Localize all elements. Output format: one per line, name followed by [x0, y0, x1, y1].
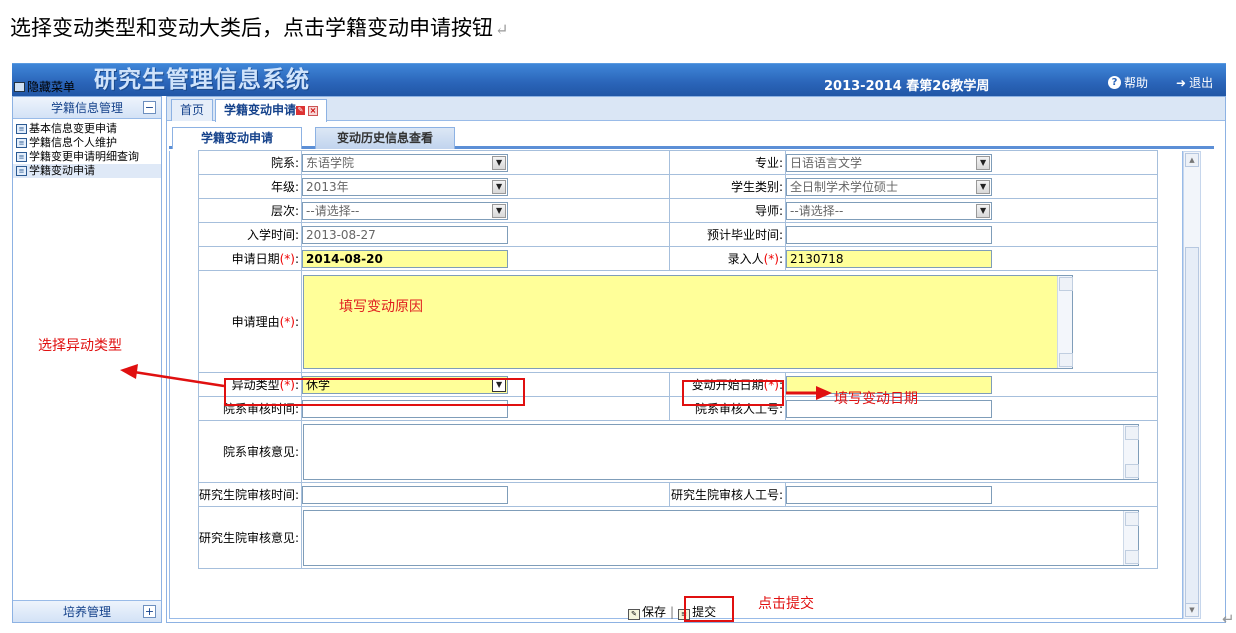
- annotation-click-submit: 点击提交: [758, 596, 814, 612]
- annotation-fill-date: 填写变动日期: [834, 391, 918, 407]
- dropdown-icon: ▼: [976, 203, 991, 218]
- edit-icon: ✎: [296, 106, 306, 115]
- grad-opinion-textarea[interactable]: [303, 509, 1140, 566]
- enroll-time-field[interactable]: 2013-08-27: [302, 225, 509, 244]
- help-icon: ?: [1108, 76, 1121, 89]
- dropdown-icon: ▼: [492, 155, 507, 170]
- subtab-apply[interactable]: 学籍变动申请: [172, 127, 302, 149]
- annotation-select-type: 选择异动类型: [38, 338, 122, 354]
- reason-textarea[interactable]: 填写变动原因: [303, 274, 1074, 369]
- save-button[interactable]: ✎ 保存: [628, 603, 666, 620]
- tab-status-change-apply[interactable]: 学籍变动申请 ✎ ×: [215, 99, 328, 122]
- highlight-change-start: [682, 380, 784, 406]
- dept-opinion-textarea[interactable]: [303, 423, 1140, 480]
- grad-review-time-label: 研究生院审核时间:: [197, 482, 303, 507]
- student-type-label: 学生类别:: [669, 174, 787, 199]
- save-icon: ✎: [628, 609, 640, 620]
- major-select[interactable]: 日语语言文学 ▼: [786, 153, 993, 172]
- grad-reviewer-id-label: 研究生院审核人工号:: [669, 482, 787, 507]
- document-heading: 选择变动类型和变动大类后，点击学籍变动申请按钮 ↵: [10, 16, 509, 40]
- sidebar-section-training[interactable]: 培养管理 +: [13, 600, 161, 622]
- grad-reviewer-id-field[interactable]: [786, 485, 993, 504]
- dropdown-icon: ▼: [492, 203, 507, 218]
- sidebar-section-header[interactable]: 学籍信息管理 −: [13, 97, 161, 119]
- vertical-scrollbar[interactable]: ▲ ▼: [1183, 151, 1201, 619]
- textarea-scrollbar[interactable]: [1123, 424, 1140, 479]
- system-title: 研究生管理信息系统: [94, 66, 310, 93]
- scroll-up-icon[interactable]: ▲: [1185, 153, 1199, 167]
- menu-icon: [14, 81, 25, 92]
- sidebar-item-change-detail-query[interactable]: ≡ 学籍变更申请明细查询: [13, 150, 161, 164]
- textarea-scrollbar[interactable]: [1123, 510, 1140, 565]
- document-icon: ≡: [16, 124, 27, 134]
- tab-bar: 首页 学籍变动申请 ✎ ×: [167, 97, 1225, 122]
- grad-review-time-field[interactable]: [302, 485, 509, 504]
- document-icon: ≡: [16, 152, 27, 162]
- subtab-history[interactable]: 变动历史信息查看: [315, 127, 455, 149]
- main-panel: 首页 学籍变动申请 ✎ × 学籍变动申请 变动历史信息查看 ▲ ▼ 院系: 东语学院 ▼…: [166, 96, 1226, 623]
- recorder-label: 录入人(*):: [669, 246, 787, 271]
- major-label: 专业:: [669, 150, 787, 175]
- sidebar: 学籍信息管理 − ≡ 基本信息变更申请 ≡ 学籍信息个人维护 ≡ 学籍变更申请明细查询…: [12, 96, 162, 623]
- teaching-week: 2013-2014 春第26教学周: [824, 79, 990, 94]
- sidebar-item-basic-info-change[interactable]: ≡ 基本信息变更申请: [13, 122, 161, 136]
- sidebar-item-status-change-apply[interactable]: ≡ 学籍变动申请: [13, 164, 161, 178]
- document-icon: ≡: [16, 138, 27, 148]
- collapse-icon[interactable]: −: [143, 101, 156, 114]
- highlight-change-type: [224, 378, 525, 406]
- enroll-time-label: 入学时间:: [197, 222, 303, 247]
- dropdown-icon: ▼: [976, 155, 991, 170]
- grad-opinion-label: 研究生院审核意见:: [197, 506, 303, 569]
- change-application-form: 院系: 东语学院 ▼ 专业: 日语语言文学 ▼ 年级: 2013年 ▼ 学生类别: 全…: [197, 150, 1158, 569]
- sidebar-item-personal-maintain[interactable]: ≡ 学籍信息个人维护: [13, 136, 161, 150]
- dropdown-icon: ▼: [976, 179, 991, 194]
- dept-opinion-label: 院系审核意见:: [197, 420, 303, 483]
- logout-icon: ➜: [1176, 75, 1187, 90]
- return-mark-bottom-icon: ↵: [1222, 610, 1235, 628]
- grad-time-label: 预计毕业时间:: [669, 222, 787, 247]
- hide-menu-button[interactable]: 隐藏菜单: [14, 78, 75, 95]
- apply-date-field[interactable]: 2014-08-20: [302, 249, 509, 268]
- highlight-submit: [684, 596, 734, 622]
- apply-date-label: 申请日期(*):: [197, 246, 303, 271]
- reason-label: 申请理由(*):: [197, 270, 303, 373]
- grade-label: 年级:: [197, 174, 303, 199]
- grad-time-field[interactable]: [786, 225, 993, 244]
- reason-hint: 填写变动原因: [339, 298, 424, 315]
- level-select[interactable]: --请选择-- ▼: [302, 201, 509, 220]
- student-type-select[interactable]: 全日制学术学位硕士 ▼: [786, 177, 993, 196]
- advisor-select[interactable]: --请选择-- ▼: [786, 201, 993, 220]
- advisor-label: 导师:: [669, 198, 787, 223]
- top-banner: 隐藏菜单 研究生管理信息系统 2013-2014 春第26教学周 ? 帮助 ➜ 退出: [12, 63, 1226, 96]
- help-button[interactable]: ? 帮助: [1108, 74, 1148, 91]
- department-label: 院系:: [197, 150, 303, 175]
- scroll-down-icon[interactable]: ▼: [1185, 603, 1199, 617]
- dropdown-icon: ▼: [492, 179, 507, 194]
- close-icon[interactable]: ×: [308, 105, 319, 116]
- recorder-field[interactable]: 2130718: [786, 249, 993, 268]
- button-separator: |: [670, 604, 675, 619]
- logout-button[interactable]: ➜ 退出: [1176, 74, 1213, 91]
- return-mark-icon: ↵: [495, 20, 509, 39]
- textarea-scrollbar[interactable]: [1057, 275, 1074, 368]
- tab-home[interactable]: 首页: [171, 99, 214, 121]
- sub-tab-strip: 学籍变动申请 变动历史信息查看: [169, 125, 1214, 149]
- scroll-thumb[interactable]: [1185, 247, 1199, 605]
- department-select[interactable]: 东语学院 ▼: [302, 153, 509, 172]
- document-icon: ≡: [16, 166, 27, 176]
- expand-icon[interactable]: +: [143, 605, 156, 618]
- grade-select[interactable]: 2013年 ▼: [302, 177, 509, 196]
- level-label: 层次:: [197, 198, 303, 223]
